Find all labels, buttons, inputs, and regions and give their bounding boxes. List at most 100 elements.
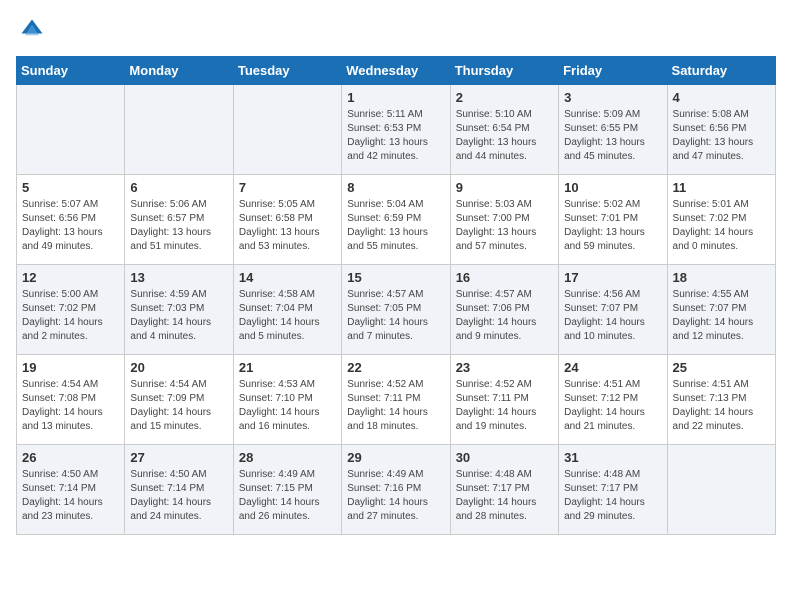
header-saturday: Saturday xyxy=(667,57,775,85)
day-info: Sunrise: 4:49 AMSunset: 7:16 PMDaylight:… xyxy=(347,468,444,524)
day-number: 15 xyxy=(347,270,444,285)
daylight-text: Daylight: 14 hours and 4 minutes. xyxy=(130,316,227,344)
daylight-text: Daylight: 14 hours and 5 minutes. xyxy=(239,316,336,344)
calendar-cell: 17Sunrise: 4:56 AMSunset: 7:07 PMDayligh… xyxy=(559,265,667,355)
daylight-text: Daylight: 13 hours and 49 minutes. xyxy=(22,226,119,254)
day-info: Sunrise: 4:50 AMSunset: 7:14 PMDaylight:… xyxy=(22,468,119,524)
sunrise-text: Sunrise: 4:48 AM xyxy=(564,468,661,482)
calendar-cell: 19Sunrise: 4:54 AMSunset: 7:08 PMDayligh… xyxy=(17,355,125,445)
daylight-text: Daylight: 13 hours and 45 minutes. xyxy=(564,136,661,164)
day-number: 23 xyxy=(456,360,553,375)
day-info: Sunrise: 4:57 AMSunset: 7:05 PMDaylight:… xyxy=(347,288,444,344)
daylight-text: Daylight: 14 hours and 26 minutes. xyxy=(239,496,336,524)
calendar-cell xyxy=(233,85,341,175)
sunset-text: Sunset: 6:53 PM xyxy=(347,122,444,136)
logo-icon xyxy=(18,16,46,44)
day-info: Sunrise: 4:50 AMSunset: 7:14 PMDaylight:… xyxy=(130,468,227,524)
calendar-cell xyxy=(17,85,125,175)
day-number: 16 xyxy=(456,270,553,285)
day-info: Sunrise: 5:10 AMSunset: 6:54 PMDaylight:… xyxy=(456,108,553,164)
sunrise-text: Sunrise: 4:57 AM xyxy=(456,288,553,302)
daylight-text: Daylight: 14 hours and 23 minutes. xyxy=(22,496,119,524)
calendar-cell: 8Sunrise: 5:04 AMSunset: 6:59 PMDaylight… xyxy=(342,175,450,265)
sunrise-text: Sunrise: 4:48 AM xyxy=(456,468,553,482)
calendar-cell: 13Sunrise: 4:59 AMSunset: 7:03 PMDayligh… xyxy=(125,265,233,355)
sunrise-text: Sunrise: 4:52 AM xyxy=(456,378,553,392)
daylight-text: Daylight: 14 hours and 18 minutes. xyxy=(347,406,444,434)
calendar-cell: 31Sunrise: 4:48 AMSunset: 7:17 PMDayligh… xyxy=(559,445,667,535)
calendar-cell xyxy=(125,85,233,175)
daylight-text: Daylight: 13 hours and 59 minutes. xyxy=(564,226,661,254)
day-info: Sunrise: 4:48 AMSunset: 7:17 PMDaylight:… xyxy=(564,468,661,524)
day-info: Sunrise: 4:58 AMSunset: 7:04 PMDaylight:… xyxy=(239,288,336,344)
header-friday: Friday xyxy=(559,57,667,85)
sunset-text: Sunset: 6:56 PM xyxy=(673,122,770,136)
sunset-text: Sunset: 7:01 PM xyxy=(564,212,661,226)
day-info: Sunrise: 5:00 AMSunset: 7:02 PMDaylight:… xyxy=(22,288,119,344)
calendar-cell: 22Sunrise: 4:52 AMSunset: 7:11 PMDayligh… xyxy=(342,355,450,445)
sunset-text: Sunset: 7:05 PM xyxy=(347,302,444,316)
day-info: Sunrise: 5:03 AMSunset: 7:00 PMDaylight:… xyxy=(456,198,553,254)
sunrise-text: Sunrise: 5:04 AM xyxy=(347,198,444,212)
logo xyxy=(16,16,46,44)
calendar-cell: 20Sunrise: 4:54 AMSunset: 7:09 PMDayligh… xyxy=(125,355,233,445)
sunrise-text: Sunrise: 4:59 AM xyxy=(130,288,227,302)
sunset-text: Sunset: 7:06 PM xyxy=(456,302,553,316)
day-info: Sunrise: 4:59 AMSunset: 7:03 PMDaylight:… xyxy=(130,288,227,344)
day-number: 22 xyxy=(347,360,444,375)
daylight-text: Daylight: 14 hours and 0 minutes. xyxy=(673,226,770,254)
calendar-cell: 2 Sunrise: 5:10 AMSunset: 6:54 PMDaylight… xyxy=(450,85,558,175)
calendar-cell: 4Sunrise: 5:08 AMSunset: 6:56 PMDaylight… xyxy=(667,85,775,175)
sunset-text: Sunset: 7:14 PM xyxy=(22,482,119,496)
daylight-text: Daylight: 14 hours and 10 minutes. xyxy=(564,316,661,344)
calendar-cell xyxy=(667,445,775,535)
calendar-cell: 24Sunrise: 4:51 AMSunset: 7:12 PMDayligh… xyxy=(559,355,667,445)
calendar-cell: 29 Sunrise: 4:49 AMSunset: 7:16 PMDayligh… xyxy=(342,445,450,535)
calendar-cell: 30Sunrise: 4:48 AMSunset: 7:17 PMDayligh… xyxy=(450,445,558,535)
calendar-cell: 14Sunrise: 4:58 AMSunset: 7:04 PMDayligh… xyxy=(233,265,341,355)
sunset-text: Sunset: 7:11 PM xyxy=(347,392,444,406)
calendar-header-row: SundayMondayTuesdayWednesdayThursdayFrid… xyxy=(17,57,776,85)
daylight-text: Daylight: 14 hours and 21 minutes. xyxy=(564,406,661,434)
calendar-cell: 11Sunrise: 5:01 AMSunset: 7:02 PMDayligh… xyxy=(667,175,775,265)
sunset-text: Sunset: 7:07 PM xyxy=(673,302,770,316)
sunset-text: Sunset: 6:54 PM xyxy=(456,122,553,136)
day-info: Sunrise: 4:51 AMSunset: 7:13 PMDaylight:… xyxy=(673,378,770,434)
daylight-text: Daylight: 13 hours and 47 minutes. xyxy=(673,136,770,164)
sunset-text: Sunset: 7:13 PM xyxy=(673,392,770,406)
day-info: Sunrise: 4:55 AMSunset: 7:07 PMDaylight:… xyxy=(673,288,770,344)
sunrise-text: Sunrise: 4:51 AM xyxy=(673,378,770,392)
day-number: 4 xyxy=(673,90,770,105)
day-number: 5 xyxy=(22,180,119,195)
sunset-text: Sunset: 7:11 PM xyxy=(456,392,553,406)
header-sunday: Sunday xyxy=(17,57,125,85)
daylight-text: Daylight: 14 hours and 15 minutes. xyxy=(130,406,227,434)
day-info: Sunrise: 5:04 AMSunset: 6:59 PMDaylight:… xyxy=(347,198,444,254)
day-number: 7 xyxy=(239,180,336,195)
sunset-text: Sunset: 7:00 PM xyxy=(456,212,553,226)
calendar-cell: 18Sunrise: 4:55 AMSunset: 7:07 PMDayligh… xyxy=(667,265,775,355)
calendar-cell: 5Sunrise: 5:07 AMSunset: 6:56 PMDaylight… xyxy=(17,175,125,265)
header-tuesday: Tuesday xyxy=(233,57,341,85)
day-number: 29 xyxy=(347,450,444,465)
daylight-text: Daylight: 14 hours and 28 minutes. xyxy=(456,496,553,524)
calendar-cell: 12Sunrise: 5:00 AMSunset: 7:02 PMDayligh… xyxy=(17,265,125,355)
daylight-text: Daylight: 13 hours and 57 minutes. xyxy=(456,226,553,254)
sunset-text: Sunset: 7:04 PM xyxy=(239,302,336,316)
header-wednesday: Wednesday xyxy=(342,57,450,85)
daylight-text: Daylight: 14 hours and 9 minutes. xyxy=(456,316,553,344)
daylight-text: Daylight: 14 hours and 16 minutes. xyxy=(239,406,336,434)
day-number: 17 xyxy=(564,270,661,285)
daylight-text: Daylight: 14 hours and 19 minutes. xyxy=(456,406,553,434)
sunset-text: Sunset: 7:09 PM xyxy=(130,392,227,406)
day-number: 25 xyxy=(673,360,770,375)
daylight-text: Daylight: 14 hours and 27 minutes. xyxy=(347,496,444,524)
sunset-text: Sunset: 7:12 PM xyxy=(564,392,661,406)
sunrise-text: Sunrise: 4:50 AM xyxy=(22,468,119,482)
day-info: Sunrise: 4:52 AMSunset: 7:11 PMDaylight:… xyxy=(456,378,553,434)
day-number: 2 xyxy=(456,90,553,105)
sunrise-text: Sunrise: 5:03 AM xyxy=(456,198,553,212)
sunset-text: Sunset: 7:10 PM xyxy=(239,392,336,406)
sunrise-text: Sunrise: 4:51 AM xyxy=(564,378,661,392)
sunrise-text: Sunrise: 4:58 AM xyxy=(239,288,336,302)
